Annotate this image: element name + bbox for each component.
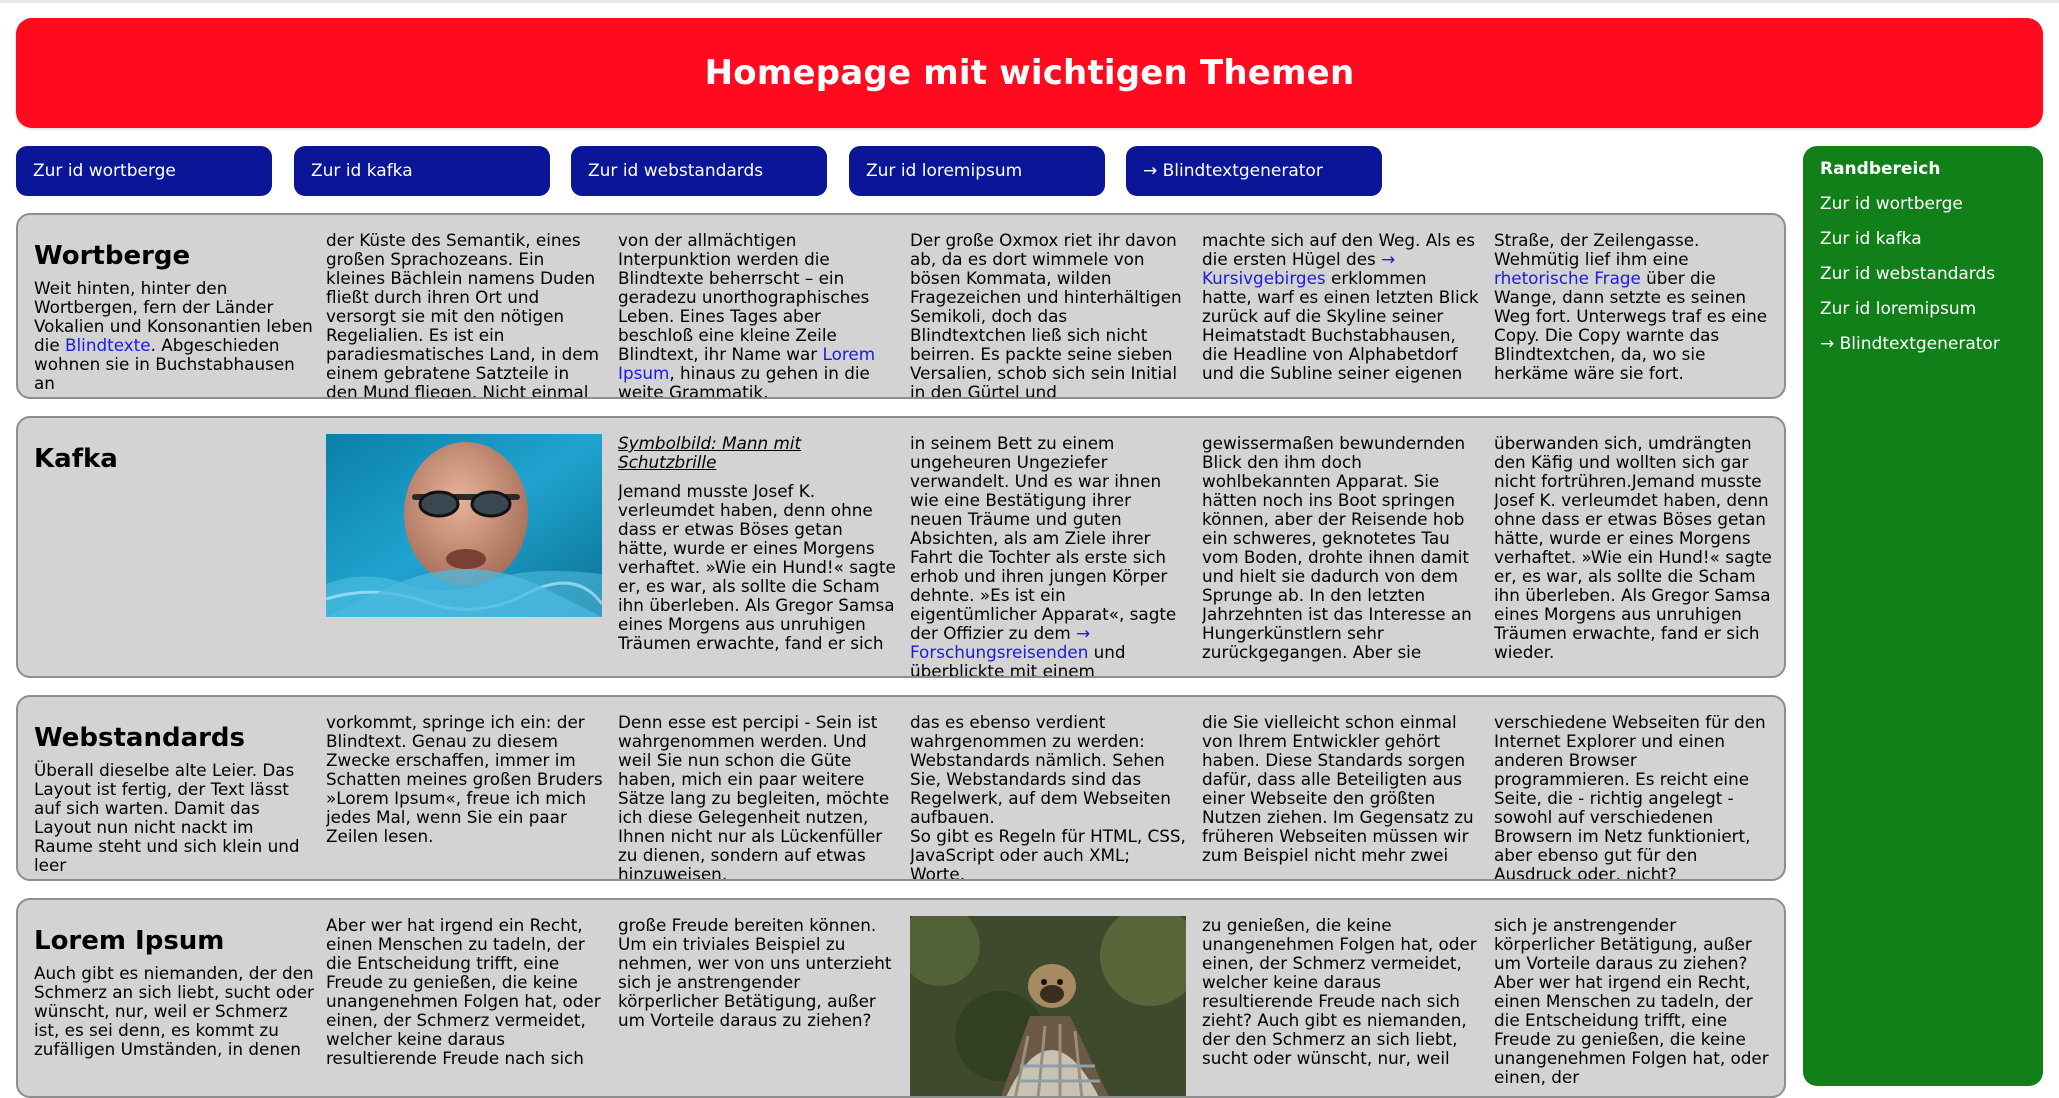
section-loremipsum: Lorem Ipsum Auch gibt es niemanden, der …: [16, 898, 1786, 1098]
sidebar-link-kafka[interactable]: Zur id kafka: [1820, 229, 1922, 249]
nav-link-kafka[interactable]: Zur id kafka: [294, 146, 550, 196]
section-title-wortberge: Wortberge: [34, 241, 191, 271]
sidebar: Randbereich Zur id wortberge Zur id kafk…: [1803, 146, 2043, 1086]
sidebar-title: Randbereich: [1820, 159, 1941, 179]
section-title-loremipsum: Lorem Ipsum: [34, 926, 225, 956]
site-header: Homepage mit wichtigen Themen: [16, 18, 2043, 128]
wortberge-text-1: Weit hinten, hinter den Wortbergen, fern…: [34, 279, 316, 393]
webstandards-text-2: vorkommt, springe ich ein: der Blindtext…: [326, 713, 603, 846]
loremipsum-text-5: zu genießen, die keine unangenehmen Folg…: [1202, 916, 1477, 1068]
sidebar-link-loremipsum[interactable]: Zur id loremipsum: [1820, 299, 1976, 319]
webstandards-text-6: verschiedene Webseiten für den Internet …: [1494, 713, 1766, 881]
nav-link-loremipsum[interactable]: Zur id loremipsum: [849, 146, 1105, 196]
section-title-webstandards: Webstandards: [34, 723, 246, 753]
link-blindtexte[interactable]: Blindtexte: [65, 335, 151, 355]
kafka-col-1: Kafka: [34, 444, 312, 482]
wortberge-text-4: Der große Oxmox riet ihr davon ab, da es…: [910, 231, 1182, 399]
wortberge-text-5a: machte sich auf den Weg. Als es die erst…: [1202, 231, 1475, 269]
loremipsum-text-3: große Freude bereiten können. Um ein tri…: [618, 916, 892, 1030]
webstandards-text-3: Denn esse est percipi - Sein ist wahrgen…: [618, 713, 890, 881]
kafka-text-6: überwanden sich, umdrängten den Käfig un…: [1494, 434, 1772, 662]
section-webstandards: Webstandards Überall dieselbe alte Leier…: [16, 695, 1786, 881]
kafka-text-4a: in seinem Bett zu einem ungeheuren Ungez…: [910, 434, 1177, 643]
nav-link-blindtextgenerator[interactable]: → Blindtextgenerator: [1126, 146, 1382, 196]
loremipsum-text-2: Aber wer hat irgend ein Recht, einen Men…: [326, 916, 601, 1068]
webstandards-col-1: Webstandards Überall dieselbe alte Leier…: [34, 723, 316, 875]
link-rhetorische-frage[interactable]: rhetorische Frage: [1494, 268, 1641, 288]
top-border: [0, 0, 2059, 3]
page-title: Homepage mit wichtigen Themen: [704, 53, 1355, 93]
kafka-col-3: Symbolbild: Mann mit Schutzbrille Jemand…: [618, 434, 896, 653]
wortberge-col-3: von der allmächtigen Interpunktion werde…: [618, 231, 896, 397]
swimmer-photo: [326, 434, 602, 617]
section-wortberge: Wortberge Weit hinten, hinter den Wortbe…: [16, 213, 1786, 399]
wortberge-text-2: der Küste des Semantik, eines großen Spr…: [326, 231, 599, 399]
section-title-kafka: Kafka: [34, 444, 118, 474]
webstandards-text-4a: das es ebenso verdient wahrgenommen zu w…: [910, 713, 1171, 827]
loremipsum-image-col: [910, 916, 1188, 1096]
loremipsum-text-6: sich je anstrengender körperlicher Betät…: [1494, 916, 1769, 1087]
kafka-text-3: Jemand musste Josef K. verleumdet haben,…: [618, 481, 896, 653]
dog-blanket-photo: [910, 916, 1186, 1096]
kafka-image-col: [326, 434, 604, 617]
wortberge-col-5: machte sich auf den Weg. Als es die erst…: [1202, 231, 1480, 383]
loremipsum-col-1: Lorem Ipsum Auch gibt es niemanden, der …: [34, 926, 316, 1059]
sidebar-link-wortberge[interactable]: Zur id wortberge: [1820, 194, 1963, 214]
wortberge-text-6a: Straße, der Zeilengasse. Wehmütig lief i…: [1494, 231, 1700, 269]
sidebar-link-webstandards[interactable]: Zur id webstandards: [1820, 264, 1995, 284]
kafka-col-4: in seinem Bett zu einem ungeheuren Ungez…: [910, 434, 1188, 676]
webstandards-col-4: das es ebenso verdient wahrgenommen zu w…: [910, 713, 1188, 881]
webstandards-text-5: die Sie vielleicht schon einmal von Ihre…: [1202, 713, 1474, 865]
image-caption: Symbolbild: Mann mit Schutzbrille: [618, 434, 802, 472]
webstandards-text-1: Überall dieselbe alte Leier. Das Layout …: [34, 760, 300, 875]
section-kafka: Kafka Symbolbild: Mann mit Schutzbrille …: [16, 416, 1786, 678]
webstandards-text-4b: So gibt es Regeln für HTML, CSS, JavaScr…: [910, 826, 1186, 881]
loremipsum-text-1: Auch gibt es niemanden, der den Schmerz …: [34, 963, 314, 1059]
sidebar-link-blindtextgenerator[interactable]: → Blindtextgenerator: [1820, 334, 2000, 354]
wortberge-col-6: Straße, der Zeilengasse. Wehmütig lief i…: [1494, 231, 1772, 383]
nav-link-webstandards[interactable]: Zur id webstandards: [571, 146, 827, 196]
wortberge-col-1: Wortberge Weit hinten, hinter den Wortbe…: [34, 241, 316, 393]
kafka-text-5: gewissermaßen bewundernden Blick den ihm…: [1202, 434, 1472, 662]
nav-link-wortberge[interactable]: Zur id wortberge: [16, 146, 272, 196]
